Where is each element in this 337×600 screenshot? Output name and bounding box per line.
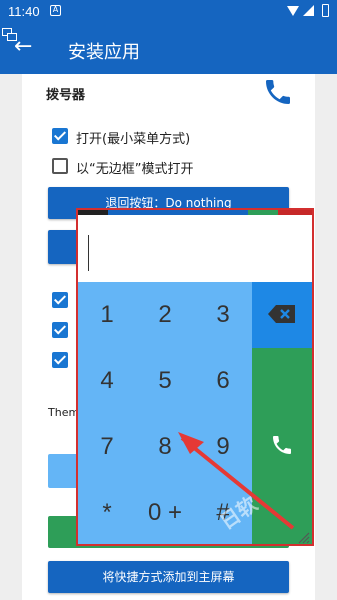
- status-time: 11:40: [8, 4, 40, 19]
- notification-icon: A: [50, 5, 61, 16]
- app-bar: ← 安装应用: [0, 24, 337, 74]
- wifi-icon: [287, 6, 299, 16]
- page-title: 安装应用: [68, 42, 140, 63]
- resize-handle-icon[interactable]: [298, 532, 310, 544]
- section-title: 拨号器: [46, 88, 86, 103]
- checkbox-checked[interactable]: [52, 322, 68, 338]
- signal-icon: [303, 5, 314, 16]
- back-arrow-icon[interactable]: ←: [14, 36, 32, 58]
- checkbox-checked[interactable]: [52, 352, 68, 368]
- add-shortcut-button[interactable]: 将快捷方式添加到主屏幕: [48, 561, 289, 593]
- battery-icon: [322, 4, 329, 17]
- status-bar: 11:40 A: [0, 0, 337, 24]
- checkbox-label: 打开(最小菜单方式): [76, 132, 191, 147]
- phone-icon: [266, 80, 290, 104]
- checkbox-checked[interactable]: [52, 292, 68, 308]
- checkbox-unchecked[interactable]: [52, 158, 68, 174]
- checkbox-label: 以“无边框”模式打开: [76, 162, 194, 177]
- theme-label: Them: [48, 406, 80, 419]
- checkbox-checked[interactable]: [52, 128, 68, 144]
- add-shortcut-label: 将快捷方式添加到主屏幕: [102, 570, 235, 584]
